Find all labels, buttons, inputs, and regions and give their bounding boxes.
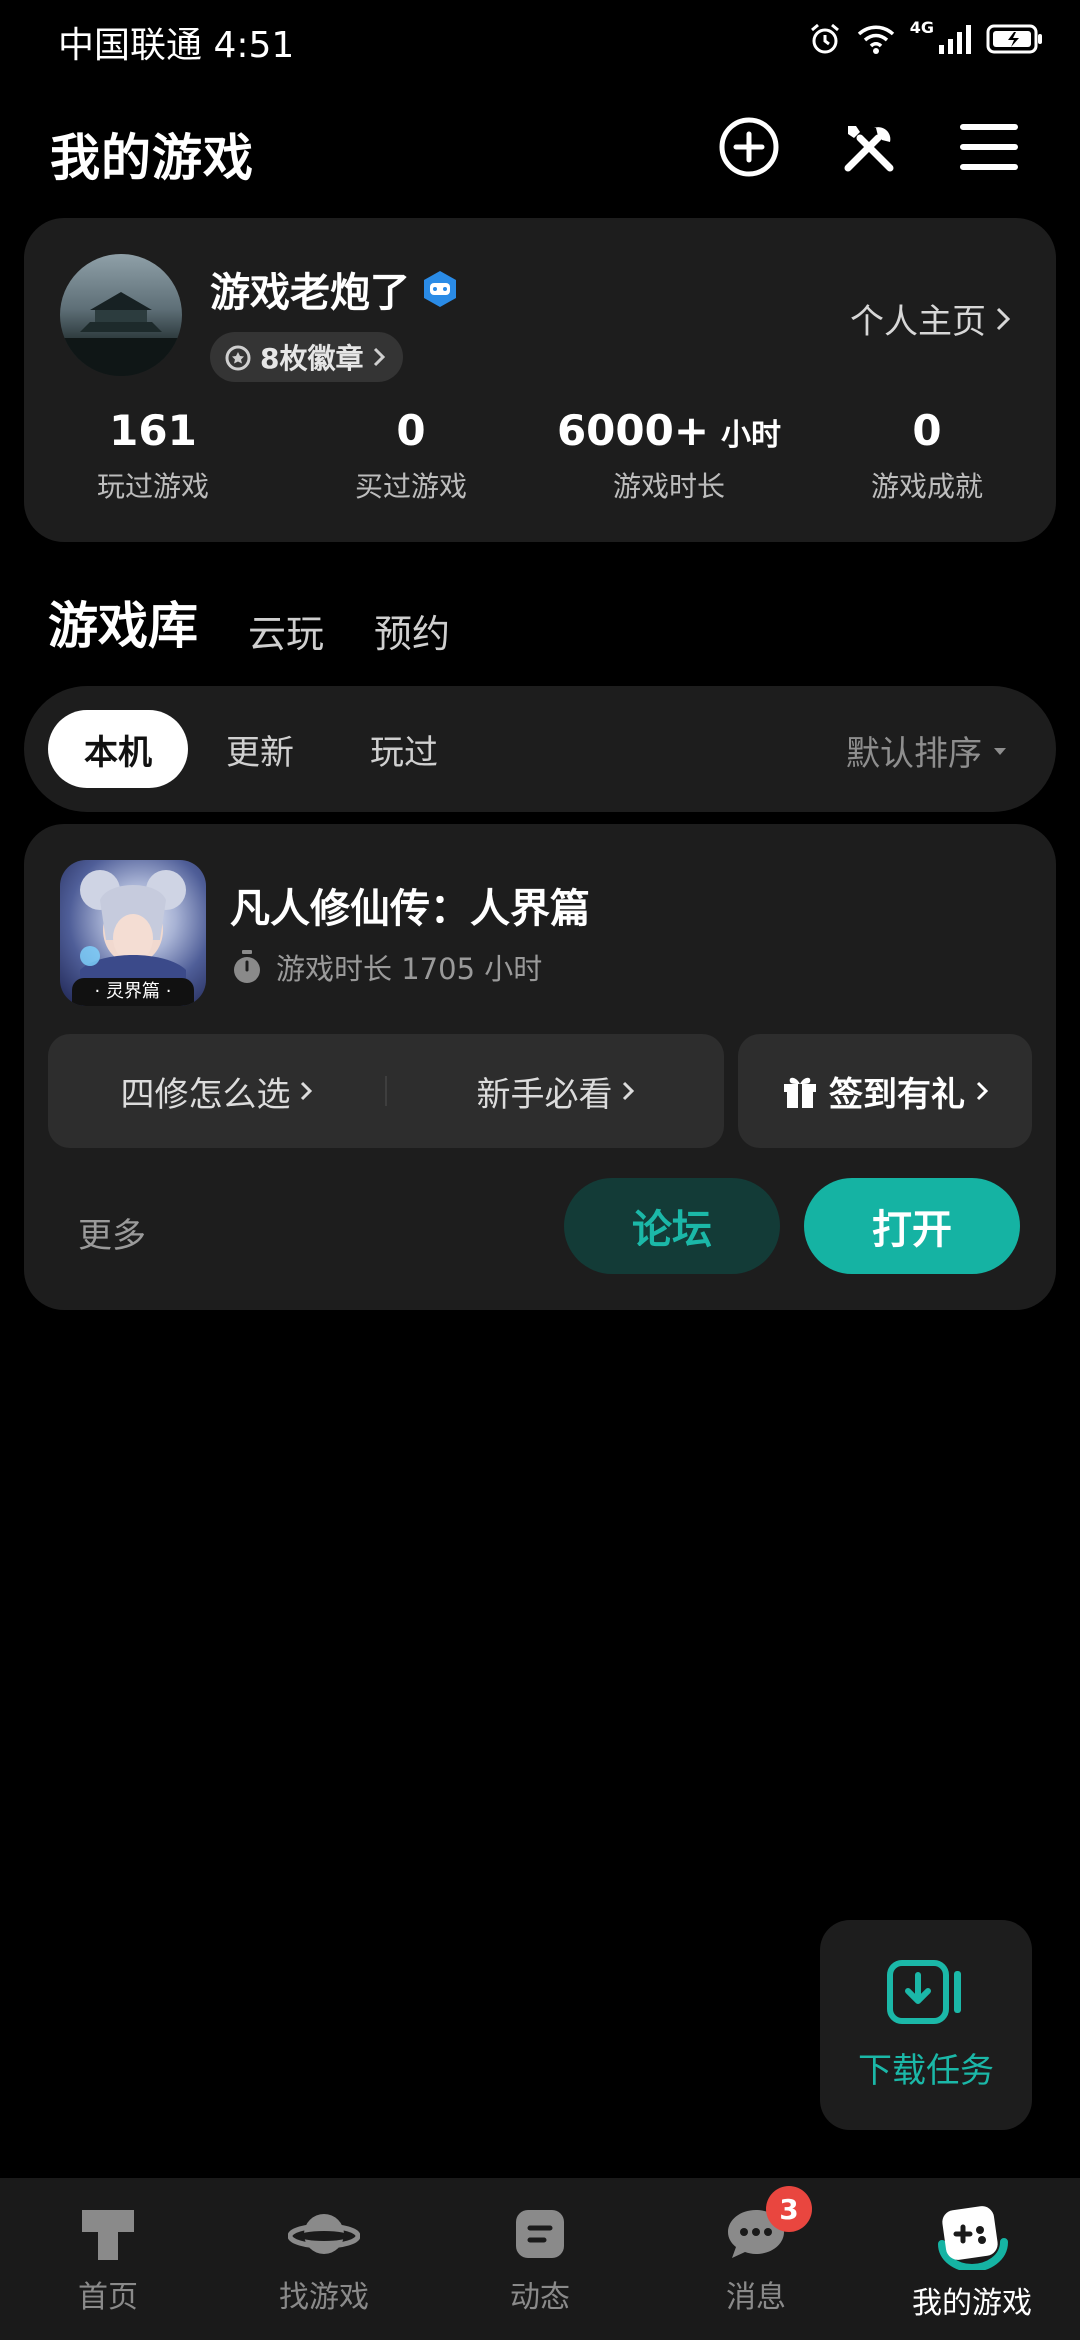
gift-icon [784,1077,816,1108]
game-playtime: 游戏时长 1705 小时 [230,946,542,988]
username-row: 游戏老炮了 [210,260,460,318]
tab-feed[interactable]: 动态 [432,2178,648,2340]
add-circle-icon [719,117,779,177]
avatar-image [60,292,182,376]
stat-bought[interactable]: 0 买过游戏 [282,406,540,505]
chevron-right-icon [996,307,1011,330]
planet-icon [288,2214,360,2254]
home-icon [82,2210,134,2260]
download-task-button[interactable]: 下载任务 [820,1920,1032,2130]
playtime-label: 游戏时长 1705 小时 [276,952,543,986]
game-icon[interactable]: · 灵界篇 · [60,860,206,1006]
username: 游戏老炮了 [210,270,410,316]
checkin-label: 签到有礼 [829,1074,965,1115]
stat-label: 买过游戏 [354,470,467,503]
tab-game-library[interactable]: 游戏库 [46,586,200,658]
game-icon-tag: · 灵界篇 · [72,978,194,1006]
game-name[interactable]: 凡人修仙传：人界篇 [230,876,590,934]
medal-icon [225,345,251,371]
caret-down-icon [994,747,1006,755]
checkin-gift-button[interactable]: 签到有礼 [738,1034,1032,1148]
carrier-time: 中国联通 4:51 [58,25,295,66]
wifi-icon [857,25,894,54]
quick-link-label: 四修怎么选 [120,1074,291,1115]
tab-label: 消息 [726,2280,786,2315]
forum-button[interactable]: 论坛 [564,1178,780,1274]
chevron-right-icon [976,1081,989,1101]
tab-label: 动态 [510,2280,570,2315]
status-bar: 中国联通 4:51 4G [0,0,1080,80]
stat-unit: 小时 [721,418,782,453]
quick-link-label: 新手必看 [476,1074,613,1115]
page-title: 我的游戏 [50,129,254,187]
tools-icon [844,126,894,172]
tab-label: 找游戏 [279,2280,369,2315]
top-header: 我的游戏 [0,100,1080,196]
badge-count: 8枚徽章 [260,342,364,375]
homepage-label: 个人主页 [850,302,986,342]
download-task-label: 下载任务 [858,2050,994,2091]
game-card: · 灵界篇 · 凡人修仙传：人界篇 游戏时长 1705 小时 四修怎么选 新手必… [24,824,1056,1310]
stat-label: 玩过游戏 [96,470,209,503]
stat-value: 0 [912,406,942,455]
gamepad-icon [938,2206,1008,2270]
homepage-link[interactable]: 个人主页 [850,294,1012,343]
stat-playtime[interactable]: 6000+ 小时 游戏时长 [540,406,798,505]
chevron-right-icon [374,347,386,367]
filter-updates[interactable]: 更新 [190,710,330,788]
quick-link-guide-1[interactable]: 四修怎么选 [48,1067,385,1116]
stat-value: 6000+ [556,406,710,455]
status-icons: 4G [808,18,1044,60]
tab-home[interactable]: 首页 [0,2178,216,2340]
stat-value: 161 [109,406,197,455]
tab-label: 首页 [78,2280,138,2315]
profile-stats: 161 玩过游戏 0 买过游戏 6000+ 小时 游戏时长 0 游戏成就 [24,406,1056,505]
more-button[interactable]: 更多 [78,1208,146,1257]
tab-my-games[interactable]: 我的游戏 [864,2178,1080,2340]
battery-icon [986,24,1042,54]
chevron-right-icon [622,1081,634,1101]
stat-label: 游戏时长 [612,470,725,503]
stat-achievements[interactable]: 0 游戏成就 [798,406,1056,505]
bottom-tab-bar: 首页 找游戏 动态 消息 3 我的游戏 [0,2178,1080,2340]
main-tabs: 游戏库 云玩 预约 [46,578,450,658]
signal-icon [939,25,971,54]
tab-reservations[interactable]: 预约 [374,603,450,658]
stat-label: 游戏成就 [870,470,983,503]
badges-pill[interactable]: 8枚徽章 [210,332,404,382]
stat-played[interactable]: 161 玩过游戏 [24,406,282,505]
tools-button[interactable] [836,114,902,180]
profile-card: 游戏老炮了 8枚徽章 个人主页 161 玩过游戏 0 买过游戏 6000+ 小时 … [24,218,1056,542]
filter-played[interactable]: 玩过 [334,710,474,788]
add-button[interactable] [716,114,782,180]
quick-links: 四修怎么选 新手必看 [48,1034,724,1148]
tab-messages[interactable]: 消息 3 [648,2178,864,2340]
download-icon [887,1959,961,2024]
quick-link-guide-2[interactable]: 新手必看 [387,1067,724,1116]
tab-label: 我的游戏 [912,2286,1032,2321]
verified-badge-icon [424,271,456,307]
menu-button[interactable] [956,114,1022,180]
alarm-icon [810,23,839,54]
sort-dropdown[interactable]: 默认排序 [846,726,1008,775]
tab-cloud-play[interactable]: 云玩 [248,603,324,658]
chevron-right-icon [300,1081,312,1101]
open-button[interactable]: 打开 [804,1178,1020,1274]
sort-label: 默认排序 [846,734,982,774]
menu-icon [960,124,1018,170]
avatar[interactable] [60,254,182,376]
tab-find-games[interactable]: 找游戏 [216,2178,432,2340]
filter-local[interactable]: 本机 [48,710,188,788]
filter-bar: 本机 更新 玩过 默认排序 [24,686,1056,812]
stat-value: 0 [396,406,426,455]
network-type: 4G [909,18,934,37]
unread-badge: 3 [766,2186,812,2232]
stopwatch-icon [234,950,260,983]
feed-icon [516,2210,564,2258]
